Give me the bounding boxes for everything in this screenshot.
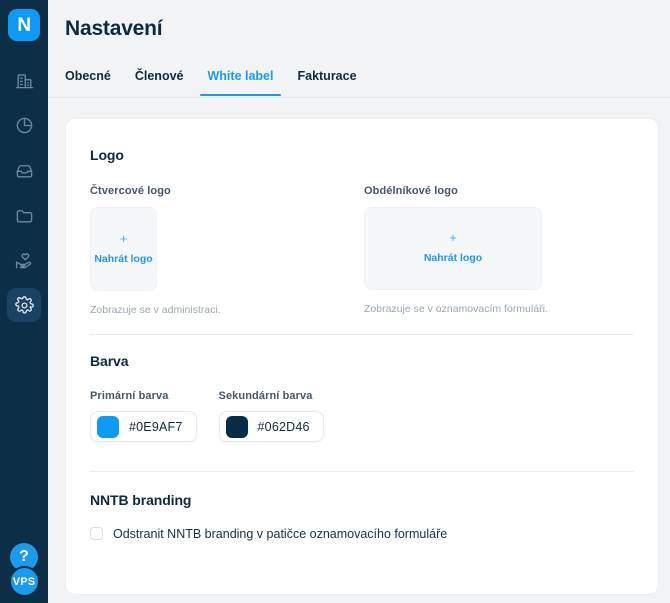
pie-chart-icon bbox=[15, 116, 34, 135]
rectangle-logo-label: Obdélníkové logo bbox=[364, 185, 458, 197]
primary-color-label: Primární barva bbox=[90, 390, 169, 402]
app-root: N ? VPS Nastavení Obecné Členové White l… bbox=[0, 0, 670, 603]
remove-branding-checkbox[interactable] bbox=[90, 527, 103, 540]
secondary-color-group: Sekundární barva #062D46 bbox=[218, 390, 324, 443]
logo-section-title: Logo bbox=[90, 147, 124, 163]
secondary-color-picker[interactable]: #062D46 bbox=[218, 411, 324, 442]
rectangle-logo-group: Obdélníkové logo + Nahrát logo Zobrazuje… bbox=[364, 185, 548, 316]
gear-icon bbox=[14, 295, 34, 315]
tab-obecne[interactable]: Obecné bbox=[65, 62, 123, 96]
tab-bar: Obecné Členové White label Fakturace bbox=[48, 62, 670, 98]
page-title: Nastavení bbox=[65, 17, 163, 40]
square-logo-label: Čtvercové logo bbox=[90, 185, 171, 197]
primary-color-picker[interactable]: #0E9AF7 bbox=[90, 411, 197, 442]
tab-white-label[interactable]: White label bbox=[196, 62, 286, 96]
square-logo-group: Čtvercové logo + Nahrát logo Zobrazuje s… bbox=[90, 185, 364, 316]
branding-section-title: NNTB branding bbox=[90, 491, 192, 508]
color-section-title: Barva bbox=[90, 353, 129, 369]
remove-branding-label: Odstranit NNTB branding v patičce oznamo… bbox=[113, 526, 448, 541]
square-logo-helper: Zobrazuje se v administraci. bbox=[90, 304, 221, 316]
sidebar-item-settings[interactable] bbox=[7, 288, 41, 322]
avatar[interactable]: VPS bbox=[8, 566, 40, 597]
color-row: Primární barva #0E9AF7 Sekundární barva … bbox=[90, 390, 634, 443]
sidebar-item-statistics[interactable] bbox=[7, 108, 41, 142]
building-icon bbox=[15, 71, 34, 90]
tab-clenove[interactable]: Členové bbox=[123, 62, 196, 96]
settings-card: Logo Čtvercové logo + Nahrát logo Zobraz… bbox=[65, 118, 659, 595]
divider-color-branding bbox=[90, 470, 634, 472]
plus-icon: + bbox=[119, 230, 128, 246]
inbox-icon bbox=[15, 161, 34, 180]
app-logo[interactable]: N bbox=[8, 9, 40, 41]
sidebar-nav bbox=[7, 63, 41, 322]
hand-heart-icon bbox=[15, 251, 34, 270]
primary-color-group: Primární barva #0E9AF7 bbox=[90, 390, 197, 443]
secondary-color-value: #062D46 bbox=[257, 419, 310, 434]
square-logo-upload-text: Nahrát logo bbox=[94, 252, 153, 265]
primary-color-swatch[interactable] bbox=[97, 415, 119, 438]
rectangle-logo-upload-text: Nahrát logo bbox=[423, 252, 483, 265]
sidebar-item-donations[interactable] bbox=[7, 243, 41, 277]
sidebar-footer: ? VPS bbox=[0, 543, 48, 597]
main-content: Nastavení Obecné Členové White label Fak… bbox=[48, 0, 670, 603]
rectangle-logo-upload-button[interactable]: + Nahrát logo bbox=[364, 207, 542, 290]
secondary-color-label: Sekundární barva bbox=[218, 390, 313, 402]
tab-fakturace[interactable]: Fakturace bbox=[285, 62, 368, 96]
logo-upload-row: Čtvercové logo + Nahrát logo Zobrazuje s… bbox=[90, 185, 634, 316]
primary-color-value: #0E9AF7 bbox=[129, 419, 183, 434]
square-logo-upload-button[interactable]: + Nahrát logo bbox=[90, 207, 157, 291]
folder-icon bbox=[15, 206, 34, 225]
rectangle-logo-helper: Zobrazuje se v oznamovacím formuláři. bbox=[364, 303, 548, 315]
sidebar-item-files[interactable] bbox=[7, 198, 41, 232]
divider-logo-color bbox=[90, 334, 634, 335]
sidebar-item-inbox[interactable] bbox=[7, 153, 41, 187]
sidebar-item-organization[interactable] bbox=[7, 63, 41, 97]
secondary-color-swatch[interactable] bbox=[225, 415, 248, 438]
remove-branding-row[interactable]: Odstranit NNTB branding v patičce oznamo… bbox=[90, 527, 634, 541]
plus-icon: + bbox=[449, 230, 457, 246]
sidebar: N ? VPS bbox=[0, 0, 48, 603]
